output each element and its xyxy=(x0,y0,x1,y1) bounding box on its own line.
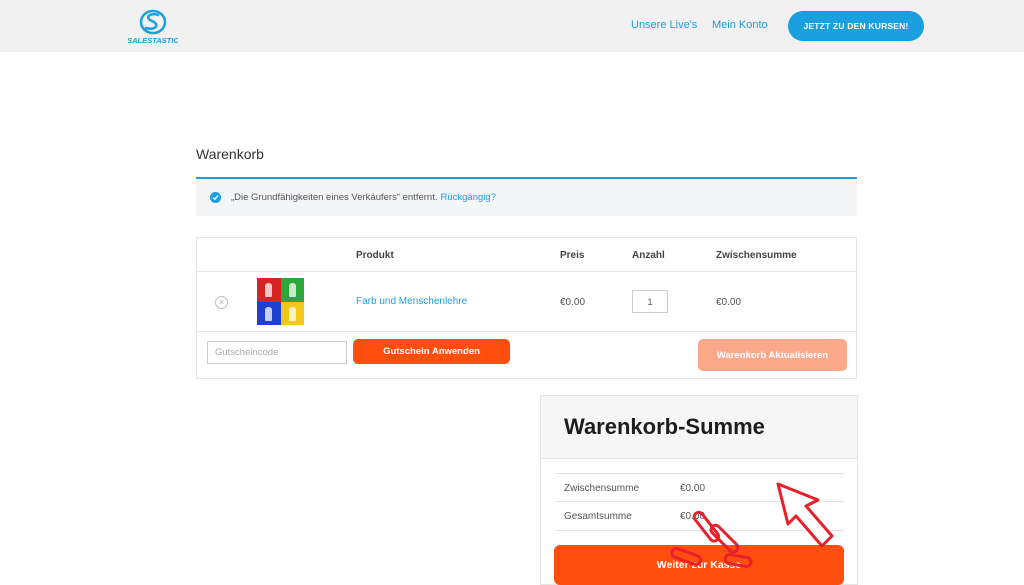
remove-item-icon[interactable]: × xyxy=(215,296,228,309)
proceed-to-checkout-button[interactable]: Weiter zur Kasse xyxy=(554,545,844,585)
cart-item-row: × Farb und Menschenlehre €0.00 €0.00 xyxy=(197,272,856,332)
cart-totals-box: Warenkorb-Summe Zwischensumme €0.00 Gesa… xyxy=(540,395,858,585)
totals-label: Zwischensumme xyxy=(564,483,640,494)
logo-text: SALESTASTIC xyxy=(128,36,178,45)
nav-link-unsere-lives[interactable]: Unsere Live's xyxy=(631,19,697,31)
site-header: SALESTASTIC Unsere Live's Mein Konto JET… xyxy=(0,0,1024,52)
totals-label: Gesamtsumme xyxy=(564,511,632,522)
check-circle-icon xyxy=(210,192,221,203)
cart-totals-header: Warenkorb-Summe xyxy=(541,396,857,459)
item-subtotal: €0.00 xyxy=(716,297,742,308)
totals-value: €0.00 xyxy=(680,483,706,494)
page-title: Warenkorb xyxy=(196,146,264,162)
column-header-price: Preis xyxy=(560,250,585,261)
logo-icon: SALESTASTIC xyxy=(127,9,179,45)
quantity-input[interactable] xyxy=(632,290,668,313)
item-price: €0.00 xyxy=(560,297,586,308)
update-cart-button[interactable]: Warenkorb Aktualisieren xyxy=(698,339,847,371)
product-thumbnail[interactable] xyxy=(257,278,304,325)
notice-message: „Die Grundfähigkeiten eines Verkäufers“ … xyxy=(231,192,438,203)
cart-table: Produkt Preis Anzahl Zwischensumme × Far… xyxy=(196,237,857,379)
undo-link[interactable]: Rückgängig? xyxy=(440,192,495,203)
totals-row-subtotal: Zwischensumme €0.00 xyxy=(555,473,844,502)
coupon-code-input[interactable] xyxy=(207,341,347,364)
site-logo[interactable]: SALESTASTIC xyxy=(127,6,179,46)
totals-row-total: Gesamtsumme €0.00 xyxy=(555,502,844,531)
nav-link-mein-konto[interactable]: Mein Konto xyxy=(712,19,768,31)
totals-value: €0.00 xyxy=(680,511,706,522)
product-name-link[interactable]: Farb und Menschenlehre xyxy=(356,296,467,307)
column-header-subtotal: Zwischensumme xyxy=(716,250,797,261)
apply-coupon-button[interactable]: Gutschein Anwenden xyxy=(353,339,510,364)
courses-cta-button[interactable]: JETZT ZU DEN KURSEN! xyxy=(788,11,924,41)
column-header-product: Produkt xyxy=(356,250,394,261)
removal-notice: „Die Grundfähigkeiten eines Verkäufers“ … xyxy=(196,177,857,216)
column-header-quantity: Anzahl xyxy=(632,250,665,261)
cart-table-header: Produkt Preis Anzahl Zwischensumme xyxy=(197,238,856,272)
cart-totals-title: Warenkorb-Summe xyxy=(564,414,765,439)
